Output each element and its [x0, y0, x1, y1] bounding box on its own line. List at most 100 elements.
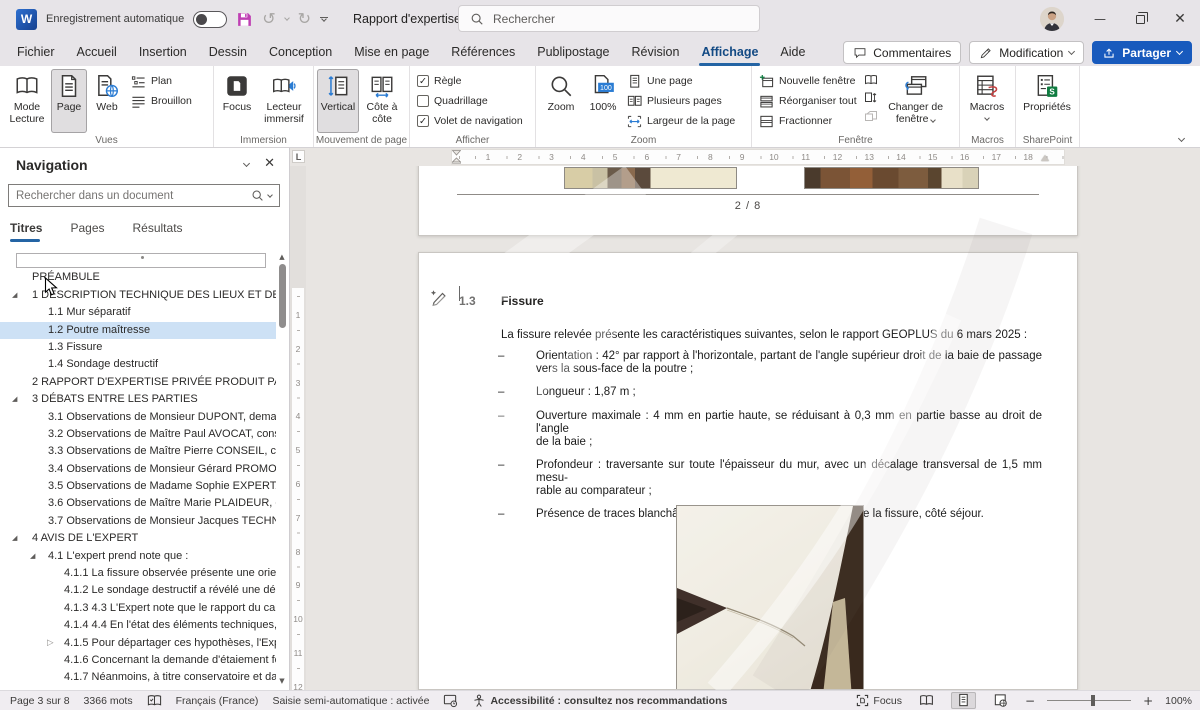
- autocomplete-status[interactable]: Saisie semi-automatique : activée: [272, 695, 429, 707]
- indent-markers-icon[interactable]: [452, 150, 461, 164]
- split-button[interactable]: Fractionner: [755, 111, 861, 131]
- nav-heading-item[interactable]: 1.3 Fissure: [0, 339, 276, 356]
- tab-selector[interactable]: L: [292, 150, 305, 163]
- nav-heading-item[interactable]: 1.1 Mur séparatif: [0, 304, 276, 321]
- navigation-options-icon[interactable]: [243, 160, 250, 167]
- document-search-input[interactable]: Rechercher dans un document: [8, 184, 280, 207]
- tab-mise-en-page[interactable]: Mise en page: [343, 38, 440, 66]
- macro-recording-icon[interactable]: [443, 693, 458, 708]
- tab-affichage[interactable]: Affichage: [690, 38, 769, 66]
- zoom-level[interactable]: 100%: [1165, 695, 1192, 707]
- collapse-triangle-icon[interactable]: ◢: [12, 287, 17, 304]
- nav-heading-item[interactable]: 1.2 Poutre maîtresse: [0, 322, 276, 339]
- view-read-mode-button[interactable]: [914, 692, 939, 709]
- redo-icon[interactable]: ↻: [298, 11, 311, 27]
- nav-heading-item[interactable]: [16, 253, 266, 268]
- one-page-button[interactable]: Une page: [623, 71, 739, 91]
- nav-heading-item[interactable]: ◢3 DÉBATS ENTRE LES PARTIES: [0, 391, 276, 408]
- crack-photo[interactable]: [676, 505, 864, 690]
- document-page-3[interactable]: 1.3 Fissure La fissure relevée présente …: [418, 252, 1078, 690]
- expand-triangle-icon[interactable]: ▷: [47, 635, 54, 652]
- collapse-triangle-icon[interactable]: ◢: [30, 548, 35, 565]
- web-layout-button[interactable]: Web: [87, 69, 127, 133]
- tab-insertion[interactable]: Insertion: [128, 38, 198, 66]
- mode-lecture-button[interactable]: Mode Lecture: [3, 69, 51, 133]
- restore-button[interactable]: [1120, 0, 1160, 38]
- nav-tab-titres[interactable]: Titres: [10, 221, 42, 240]
- nav-heading-item[interactable]: 4.1.7 Néanmoins, à titre conservatoire e…: [0, 669, 276, 686]
- nav-heading-item[interactable]: ▷4.1.5 Pour départager ces hypothèses, l…: [0, 635, 276, 652]
- arrange-all-button[interactable]: Réorganiser tout: [755, 91, 861, 111]
- editing-mode-button[interactable]: Modification: [969, 41, 1084, 64]
- share-button[interactable]: Partager: [1092, 41, 1192, 64]
- vertical-button[interactable]: Vertical: [317, 69, 359, 133]
- view-web-layout-button[interactable]: [988, 692, 1013, 709]
- nav-tab-résultats[interactable]: Résultats: [133, 221, 183, 240]
- focus-mode-button[interactable]: Focus: [856, 694, 902, 707]
- nav-heading-item[interactable]: 4.1.3 4.3 L'Expert note que le rapport d…: [0, 600, 276, 617]
- zoom-in-button[interactable]: +: [1143, 694, 1153, 708]
- new-window-button[interactable]: Nouvelle fenêtre: [755, 71, 861, 91]
- comments-button[interactable]: Commentaires: [843, 41, 961, 64]
- view-print-layout-button[interactable]: [951, 692, 976, 709]
- tab-conception[interactable]: Conception: [258, 38, 343, 66]
- macros-button[interactable]: Macros: [963, 69, 1011, 133]
- immersive-reader-button[interactable]: Lecteur immersif: [257, 69, 311, 133]
- document-title[interactable]: Rapport d'expertise: [353, 12, 474, 26]
- avatar[interactable]: [1040, 7, 1064, 31]
- search-bar[interactable]: Rechercher: [458, 5, 760, 32]
- plan-button[interactable]: Plan: [127, 71, 196, 91]
- document-canvas[interactable]: 2 / 8 1.3 Fissure La fissure relevée pré…: [306, 166, 1200, 690]
- horizontal-ruler[interactable]: 123456789101112131415161718: [290, 148, 1200, 166]
- collapse-triangle-icon[interactable]: ◢: [12, 391, 17, 408]
- word-count[interactable]: 3366 mots: [84, 695, 133, 707]
- zoom-100-button[interactable]: 100%: [583, 69, 623, 133]
- nav-heading-item[interactable]: 4.1.2 Le sondage destructif a révélé une…: [0, 582, 276, 599]
- nav-heading-item[interactable]: 3.6 Observations de Maître Marie PLAIDEU…: [0, 495, 276, 512]
- tab-références[interactable]: Références: [440, 38, 526, 66]
- nav-heading-item[interactable]: 3.2 Observations de Maître Paul AVOCAT, …: [0, 426, 276, 443]
- nav-heading-item[interactable]: 4.1.4 4.4 En l'état des éléments techniq…: [0, 617, 276, 634]
- multiple-pages-button[interactable]: Plusieurs pages: [623, 91, 739, 111]
- view-side-by-side-icon[interactable]: [864, 73, 878, 87]
- word-logo-icon[interactable]: W: [16, 9, 37, 30]
- tab-publipostage[interactable]: Publipostage: [526, 38, 620, 66]
- focus-button[interactable]: Focus: [217, 69, 257, 133]
- nav-heading-item[interactable]: 3.5 Observations de Madame Sophie EXPERT…: [0, 478, 276, 495]
- undo-dropdown-icon[interactable]: [284, 15, 290, 21]
- navigation-pane-checkbox[interactable]: ✓ Volet de navigation: [413, 111, 527, 131]
- nav-heading-item[interactable]: ◢4.1 L'expert prend note que :: [0, 548, 276, 565]
- nav-heading-item[interactable]: 3.1 Observations de Monsieur DUPONT, dem…: [0, 409, 276, 426]
- photo-material-left[interactable]: [564, 167, 737, 189]
- nav-heading-item[interactable]: 4.1.6 Concernant la demande d'étaiement …: [0, 652, 276, 669]
- photo-material-right[interactable]: [804, 167, 979, 189]
- minimize-button[interactable]: —: [1080, 0, 1120, 38]
- nav-heading-item[interactable]: PRÉAMBULE: [0, 269, 276, 286]
- accessibility-status[interactable]: Accessibilité : consultez nos recommanda…: [472, 694, 727, 708]
- nav-heading-item[interactable]: 1.4 Sondage destructif: [0, 356, 276, 373]
- page-width-button[interactable]: Largeur de la page: [623, 111, 739, 131]
- collapse-triangle-icon[interactable]: ◢: [12, 530, 17, 547]
- nav-heading-item[interactable]: 2 RAPPORT D'EXPERTISE PRIVÉE PRODUIT PAR…: [0, 374, 276, 391]
- customize-toolbar-icon[interactable]: [320, 17, 328, 21]
- tab-fichier[interactable]: Fichier: [6, 38, 66, 66]
- scrollbar-thumb[interactable]: [279, 264, 286, 328]
- navigation-close-icon[interactable]: ✕: [264, 156, 275, 171]
- nav-tab-pages[interactable]: Pages: [70, 221, 104, 240]
- h-ruler-band[interactable]: 123456789101112131415161718: [452, 150, 1064, 164]
- side-to-side-button[interactable]: Côte à côte: [359, 69, 405, 133]
- nav-heading-item[interactable]: ◢4 AVIS DE L'EXPERT: [0, 530, 276, 547]
- nav-heading-item[interactable]: 4.1.1 La fissure observée présente une o…: [0, 565, 276, 582]
- ruler-checkbox[interactable]: ✓ Règle: [413, 71, 527, 91]
- copilot-pen-icon[interactable]: [429, 287, 449, 307]
- nav-scrollbar[interactable]: ▲ ▼: [277, 253, 287, 686]
- nav-heading-item[interactable]: 3.3 Observations de Maître Pierre CONSEI…: [0, 443, 276, 460]
- tab-dessin[interactable]: Dessin: [198, 38, 258, 66]
- zoom-out-button[interactable]: −: [1025, 694, 1035, 708]
- tab-aide[interactable]: Aide: [769, 38, 816, 66]
- nav-heading-item[interactable]: 3.7 Observations de Monsieur Jacques TEC…: [0, 513, 276, 530]
- right-indent-icon[interactable]: [1041, 155, 1049, 161]
- zoom-slider-thumb[interactable]: [1091, 695, 1095, 706]
- brouillon-button[interactable]: Brouillon: [127, 91, 196, 111]
- zoom-slider[interactable]: [1047, 700, 1131, 701]
